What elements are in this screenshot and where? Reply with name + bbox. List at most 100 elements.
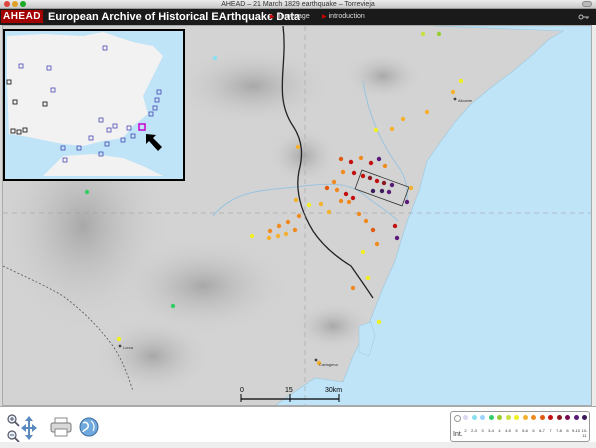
ahead-logo[interactable]: AHEAD [1,10,43,23]
intensity-point[interactable] [392,223,398,229]
intensity-point[interactable] [343,191,349,197]
intensity-point[interactable] [292,227,298,233]
intensity-point[interactable] [350,285,356,291]
map-canvas[interactable]: Alicante Cartagena Lorca 0 15 30km [3,26,592,406]
intensity-point[interactable] [331,179,337,185]
intensity-point[interactable] [350,195,356,201]
nav-link-homepage[interactable]: ▶ homepage [270,9,310,25]
intensity-point[interactable] [212,55,218,61]
intensity-point[interactable] [324,185,330,191]
intensity-point[interactable] [340,169,346,175]
intensity-point[interactable] [386,189,392,195]
legend-color-swatch [582,415,587,420]
toolbar-toggle-button[interactable] [582,1,592,7]
legend-color-swatch [488,415,494,420]
legend-item: 9-10 [572,413,580,433]
legend-color-swatch [556,415,562,420]
intensity-point[interactable] [84,189,90,195]
intensity-point[interactable] [358,155,364,161]
legend-color-swatch [453,415,461,422]
intensity-point[interactable] [285,219,291,225]
vertical-scrollbar[interactable] [592,25,596,406]
intensity-point[interactable] [450,89,456,95]
intensity-point[interactable] [295,144,301,150]
legend-color-swatch [565,415,570,420]
legend-item: 10-11 [581,413,589,438]
intensity-point[interactable] [360,173,366,179]
intensity-point[interactable] [267,228,273,234]
legend-color-swatch [514,415,519,420]
legend-item: 8 [564,413,572,433]
place-label-lorca: Lorca [123,345,134,350]
intensity-point[interactable] [389,182,395,188]
zoom-out-icon[interactable] [6,429,20,443]
legend-item: 2 [462,413,470,433]
intensity-point[interactable] [436,31,442,37]
scale-label-0: 0 [240,387,244,394]
intensity-point[interactable] [376,156,382,162]
intensity-point[interactable] [376,319,382,325]
intensity-point[interactable] [370,188,376,194]
intensity-point[interactable] [360,249,366,255]
legend-item-label: 7 [549,428,552,433]
intensity-point[interactable] [318,201,324,207]
intensity-point[interactable] [306,202,312,208]
intensity-point[interactable] [170,303,176,309]
intensity-point[interactable] [382,163,388,169]
triangle-right-icon: ▶ [270,14,275,20]
legend-item: 4-5 [504,413,512,433]
intensity-point[interactable] [404,199,410,205]
intensity-point[interactable] [381,180,387,186]
scale-label-15: 15 [285,387,293,394]
intensity-point[interactable] [348,159,354,165]
globe-icon[interactable] [78,416,100,438]
intensity-point[interactable] [408,185,414,191]
intensity-point[interactable] [363,218,369,224]
triangle-right-icon: ▶ [322,14,327,20]
intensity-legend: Int. 2 2-3 3 3-4 4 4-5 5 5-6 6 6-7 7 7-8 8 9-10 10-11 [450,411,590,442]
intensity-point[interactable] [249,233,255,239]
map-viewport[interactable]: Alicante Cartagena Lorca 0 15 30km [2,25,592,406]
intensity-point[interactable] [356,211,362,217]
intensity-point[interactable] [334,187,340,193]
intensity-point[interactable] [400,116,406,122]
legend-item: 3 [479,413,487,433]
intensity-point[interactable] [283,231,289,237]
intensity-point[interactable] [458,78,464,84]
intensity-point[interactable] [370,227,376,233]
nav-link-introduction[interactable]: ▶ introduction [322,9,365,25]
intensity-point[interactable] [338,198,344,204]
intensity-point[interactable] [368,160,374,166]
intensity-point[interactable] [275,233,281,239]
legend-item [453,413,461,430]
legend-item-label: 8 [566,428,569,433]
intensity-point[interactable] [373,127,379,133]
legend-color-swatch [505,415,511,420]
intensity-point[interactable] [374,241,380,247]
intensity-point[interactable] [276,223,282,229]
intensity-point[interactable] [266,235,272,241]
intensity-point[interactable] [389,126,395,132]
intensity-point[interactable] [351,170,357,176]
printer-icon[interactable] [50,417,72,437]
legend-color-swatch [522,415,528,420]
pan-arrows-icon[interactable] [20,415,38,441]
zoom-in-icon[interactable] [6,413,20,427]
intensity-point[interactable] [379,188,385,194]
intensity-point[interactable] [424,109,430,115]
intensity-point[interactable] [296,213,302,219]
intensity-point[interactable] [394,235,400,241]
intensity-point[interactable] [374,178,380,184]
legend-item-label: 10-11 [581,428,588,438]
intensity-point[interactable] [346,199,352,205]
intensity-point[interactable] [420,31,426,37]
key-icon[interactable] [578,14,590,20]
intensity-point[interactable] [293,197,299,203]
intensity-point[interactable] [326,209,332,215]
legend-color-swatch [539,415,545,420]
overview-inset-map[interactable] [3,29,185,181]
intensity-point[interactable] [116,336,122,342]
intensity-point[interactable] [365,275,371,281]
intensity-point[interactable] [367,175,373,181]
intensity-point[interactable] [338,156,344,162]
